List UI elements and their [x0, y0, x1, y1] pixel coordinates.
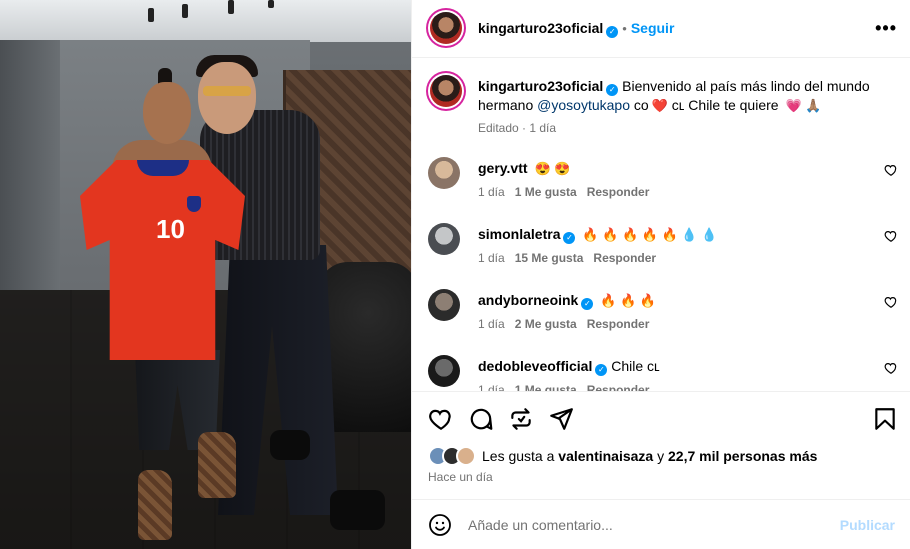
post-caption: kingarturo23oficial ✓ Bienvenido al país … — [428, 73, 898, 137]
comment-time: 1 día — [478, 383, 505, 391]
caption-emoji: ❤️ — [651, 98, 668, 113]
caption-mention-link[interactable]: @yosoytukapo — [537, 97, 630, 113]
comment-time: 1 día — [478, 251, 505, 265]
bookmark-icon[interactable] — [872, 406, 898, 432]
likes-prefix: Les gusta a — [482, 448, 559, 464]
sneaker — [138, 470, 172, 540]
publish-button[interactable]: Publicar — [840, 517, 895, 533]
post-header: kingarturo23oficial ✓ • Seguir ••• — [412, 0, 910, 58]
follow-button[interactable]: Seguir — [631, 20, 675, 36]
comment-like-count[interactable]: 15 Me gusta — [515, 251, 584, 265]
shoe — [270, 430, 310, 460]
comment-text: 🔥 🔥 🔥 🔥 🔥 💧 💧 — [582, 227, 718, 242]
jersey-number: 10 — [156, 214, 185, 244]
post-actions-bar — [412, 391, 910, 445]
commenter-username[interactable]: andyborneoink — [478, 292, 578, 308]
commenter-avatar[interactable] — [428, 355, 460, 387]
commenter-username[interactable]: simonlaletra — [478, 226, 560, 242]
caption-author-username[interactable]: kingarturo23oficial — [478, 78, 603, 94]
reply-button[interactable]: Responder — [587, 383, 650, 391]
verified-badge-icon: ✓ — [606, 84, 619, 96]
post-photo[interactable]: 10 — [0, 0, 411, 549]
comment-item: andyborneoink ✓ 🔥 🔥 🔥 1 día 2 Me gusta Resp… — [428, 287, 898, 337]
comment-time: 1 día — [478, 317, 505, 331]
comment-like-heart-icon[interactable] — [884, 361, 898, 375]
jersey-crest — [187, 196, 201, 212]
comment-like-count[interactable]: 1 Me gusta — [515, 185, 577, 199]
reply-button[interactable]: Responder — [587, 317, 650, 331]
comment-item: dedobleveofficial ✓ Chile ᴄʟ 1 día 1 Me gu… — [428, 353, 898, 391]
send-icon[interactable] — [548, 406, 574, 432]
author-avatar[interactable] — [430, 12, 462, 44]
likes-count[interactable]: 22,7 mil personas más — [668, 448, 817, 464]
likes-mid: y — [653, 448, 668, 464]
caption-author-avatar[interactable] — [430, 75, 462, 107]
person-right-head — [198, 62, 256, 134]
jersey-collar — [137, 160, 189, 176]
separator-dot: • — [622, 21, 627, 36]
likes-text: Les gusta a valentinaisaza y 22,7 mil pe… — [482, 448, 817, 464]
commenter-avatar[interactable] — [428, 223, 460, 255]
caption-meta: Editado · 1 día — [478, 121, 557, 135]
person-left-head — [143, 82, 191, 144]
commenter-username[interactable]: dedobleveofficial — [478, 358, 592, 374]
header-author-line: kingarturo23oficial ✓ • Seguir — [478, 20, 674, 38]
verified-badge-icon: ✓ — [606, 26, 619, 38]
emoji-icon[interactable] — [428, 513, 452, 537]
liker-username[interactable]: valentinaisaza — [558, 448, 653, 464]
heart-icon[interactable] — [428, 406, 454, 432]
reply-button[interactable]: Responder — [593, 251, 656, 265]
post-panel: kingarturo23oficial ✓ • Seguir ••• kingartu… — [411, 0, 910, 549]
comment-item: simonlaletra ✓ 🔥 🔥 🔥 🔥 🔥 💧 💧 1 día 15 Me g… — [428, 221, 898, 271]
caption-text-tail: co — [629, 97, 649, 113]
caption-text-tail-2: ᴄʟ Chile te quiere — [667, 97, 783, 113]
post-time[interactable]: Hace un día — [428, 470, 493, 484]
comment-input[interactable] — [468, 514, 828, 536]
ceiling-light — [148, 8, 154, 22]
shoe — [330, 490, 385, 530]
reply-button[interactable]: Responder — [587, 185, 650, 199]
commenter-avatar[interactable] — [428, 289, 460, 321]
comment-time: 1 día — [478, 185, 505, 199]
more-options-icon[interactable]: ••• — [875, 18, 897, 39]
comment-like-heart-icon[interactable] — [884, 163, 898, 177]
comment-text: Chile ᴄʟ — [611, 358, 660, 374]
author-username[interactable]: kingarturo23oficial — [478, 20, 603, 36]
comment-text: 😍 😍 — [534, 161, 571, 176]
verified-badge-icon: ✓ — [595, 364, 608, 376]
commenter-username[interactable]: gery.vtt — [478, 160, 528, 176]
sunglasses — [203, 86, 251, 96]
comment-text: 🔥 🔥 🔥 — [600, 293, 657, 308]
repost-icon[interactable] — [508, 406, 534, 432]
ceiling-light — [228, 0, 234, 14]
verified-badge-icon: ✓ — [581, 298, 594, 310]
comment-like-count[interactable]: 1 Me gusta — [515, 383, 577, 391]
photo-ceiling — [0, 0, 411, 42]
liker-avatar — [456, 446, 476, 466]
comments-list[interactable]: kingarturo23oficial ✓ Bienvenido al país … — [412, 59, 910, 391]
ceiling-light — [268, 0, 274, 8]
comment-icon[interactable] — [468, 406, 494, 432]
verified-badge-icon: ✓ — [563, 232, 576, 244]
comment-like-heart-icon[interactable] — [884, 295, 898, 309]
comment-composer: Publicar — [412, 499, 910, 549]
comment-like-count[interactable]: 2 Me gusta — [515, 317, 577, 331]
comment-item: gery.vtt 😍 😍 1 día 1 Me gusta Responder — [428, 155, 898, 205]
sneaker — [198, 432, 236, 498]
commenter-avatar[interactable] — [428, 157, 460, 189]
comment-like-heart-icon[interactable] — [884, 229, 898, 243]
ceiling-light — [182, 4, 188, 18]
caption-emoji: 💗 🙏🏽 — [785, 98, 822, 113]
